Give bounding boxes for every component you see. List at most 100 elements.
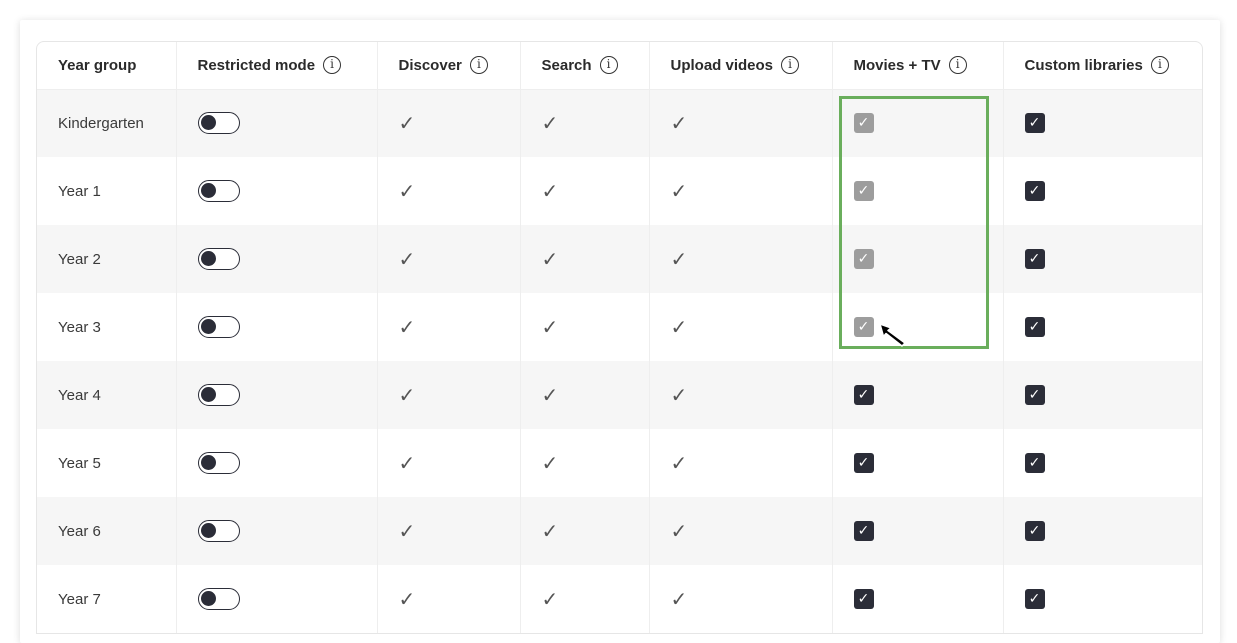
custom-libraries-checkbox[interactable]: ✓ <box>1024 113 1045 134</box>
custom-libraries-checkbox[interactable]: ✓ <box>1024 249 1045 269</box>
info-icon[interactable]: i <box>323 56 342 75</box>
column-header-label: Search <box>541 56 592 74</box>
movies-tv-checkbox[interactable]: ✓ <box>853 385 874 405</box>
column-header-label: Restricted mode <box>197 56 316 74</box>
checkmark-icon: ✓ <box>670 383 688 407</box>
restricted-mode-cell <box>175 89 377 157</box>
movies-tv-checkbox[interactable]: ✓ <box>853 589 874 609</box>
year-cell: Year 2 <box>37 225 176 293</box>
upload-cell-content: ✓ <box>650 111 832 135</box>
toggle-knob <box>200 523 216 538</box>
permissions-table-container: Year group Restricted mode i Discover i Searc… <box>36 41 1203 634</box>
movies-tv-cell: ✓ <box>831 157 1003 225</box>
restricted-mode-cell-content <box>177 316 377 338</box>
custom-libraries-cell-content: ✓ <box>1004 521 1203 541</box>
checkmark-icon: ✓ <box>398 587 416 611</box>
checkmark-icon: ✓ <box>670 451 688 475</box>
restricted-mode-toggle[interactable] <box>197 248 240 270</box>
checkmark-icon: ✓ <box>670 519 688 543</box>
upload-cell: ✓ <box>648 361 832 429</box>
checkmark-icon: ✓ <box>398 315 416 339</box>
movies-tv-cell: ✓ <box>831 497 1003 565</box>
movies-tv-cell-content: ✓ <box>833 249 1003 269</box>
year-cell-content: Year 6 <box>37 523 176 540</box>
year-group-label: Kindergarten <box>58 114 144 132</box>
search-cell-content: ✓ <box>521 179 649 203</box>
checkmark-icon: ✓ <box>398 179 416 203</box>
custom-libraries-checkbox[interactable]: ✓ <box>1024 317 1045 337</box>
custom-libraries-checkbox[interactable]: ✓ <box>1024 589 1045 609</box>
restricted-mode-cell <box>175 565 377 633</box>
restricted-mode-toggle[interactable] <box>197 520 240 542</box>
upload-cell-content: ✓ <box>650 179 832 203</box>
info-icon[interactable]: i <box>781 56 800 75</box>
movies-tv-cell-content: ✓ <box>833 317 1003 337</box>
year-cell: Year 4 <box>37 361 176 429</box>
info-icon[interactable]: i <box>599 56 618 75</box>
discover-cell-content: ✓ <box>378 383 520 407</box>
checkmark-icon: ✓ <box>670 587 688 611</box>
upload-cell: ✓ <box>648 157 832 225</box>
discover-cell-content: ✓ <box>378 179 520 203</box>
restricted-mode-toggle[interactable] <box>197 316 240 338</box>
restricted-mode-cell <box>175 293 377 361</box>
custom-libraries-cell: ✓ <box>1002 429 1202 497</box>
year-cell-content: Year 4 <box>37 387 176 404</box>
year-cell: Year 7 <box>37 565 176 633</box>
movies-tv-checkbox[interactable]: ✓ <box>853 113 874 134</box>
checkmark-icon: ✓ <box>541 451 559 475</box>
info-icon[interactable]: i <box>948 56 967 75</box>
restricted-mode-toggle[interactable] <box>197 588 240 610</box>
info-icon[interactable]: i <box>1150 56 1169 75</box>
movies-tv-checkbox[interactable]: ✓ <box>853 317 874 337</box>
restricted-mode-toggle[interactable] <box>197 384 240 406</box>
custom-libraries-cell-content: ✓ <box>1004 249 1203 269</box>
discover-cell: ✓ <box>376 565 520 633</box>
movies-tv-checkbox[interactable]: ✓ <box>853 181 874 201</box>
checkmark-icon: ✓ <box>541 247 559 271</box>
restricted-mode-cell-content <box>177 112 377 135</box>
discover-cell-content: ✓ <box>378 111 520 135</box>
upload-cell-content: ✓ <box>650 587 832 611</box>
year-cell: Year 6 <box>37 497 176 565</box>
discover-cell-content: ✓ <box>378 247 520 271</box>
search-cell-content: ✓ <box>521 451 649 475</box>
column-header-content: Discover i <box>378 56 520 75</box>
table-row: Year 3 ✓ ✓ ✓ ✓ ✓ <box>37 293 1202 361</box>
movies-tv-checkbox[interactable]: ✓ <box>853 521 874 541</box>
restricted-mode-toggle[interactable] <box>197 452 240 474</box>
movies-tv-cell-content: ✓ <box>833 453 1003 473</box>
custom-libraries-checkbox[interactable]: ✓ <box>1024 521 1045 541</box>
upload-cell: ✓ <box>648 565 832 633</box>
year-cell-content: Year 3 <box>37 319 176 336</box>
custom-libraries-checkbox[interactable]: ✓ <box>1024 453 1045 473</box>
custom-libraries-checkbox[interactable]: ✓ <box>1024 181 1045 201</box>
restricted-mode-cell-content <box>177 384 377 406</box>
restricted-mode-toggle[interactable] <box>197 180 240 202</box>
restricted-mode-cell-content <box>177 180 377 202</box>
custom-libraries-checkbox[interactable]: ✓ <box>1024 385 1045 405</box>
toggle-knob <box>200 183 216 198</box>
info-icon[interactable]: i <box>469 56 488 75</box>
year-cell: Year 5 <box>37 429 176 497</box>
upload-cell-content: ✓ <box>650 247 832 271</box>
year-group-label: Year 4 <box>58 386 101 404</box>
year-cell-content: Year 1 <box>37 183 176 200</box>
discover-cell-content: ✓ <box>378 587 520 611</box>
search-cell-content: ✓ <box>521 247 649 271</box>
restricted-mode-toggle[interactable] <box>197 112 240 135</box>
restricted-mode-cell <box>175 157 377 225</box>
year-cell-content: Kindergarten <box>37 115 176 132</box>
column-header-movies-tv: Movies + TV i <box>831 42 1003 90</box>
movies-tv-cell: ✓ <box>831 361 1003 429</box>
column-header-content: Search i <box>521 56 649 75</box>
header-row: Year group Restricted mode i Discover i Searc… <box>37 42 1202 90</box>
movies-tv-checkbox[interactable]: ✓ <box>853 453 874 473</box>
column-header-content: Movies + TV i <box>833 56 1003 75</box>
movies-tv-checkbox[interactable]: ✓ <box>853 249 874 269</box>
upload-cell: ✓ <box>648 293 832 361</box>
custom-libraries-cell-content: ✓ <box>1004 317 1203 337</box>
checkmark-icon: ✓ <box>670 247 688 271</box>
checkmark-icon: ✓ <box>541 179 559 203</box>
permissions-table: Year group Restricted mode i Discover i Searc… <box>37 42 1202 633</box>
